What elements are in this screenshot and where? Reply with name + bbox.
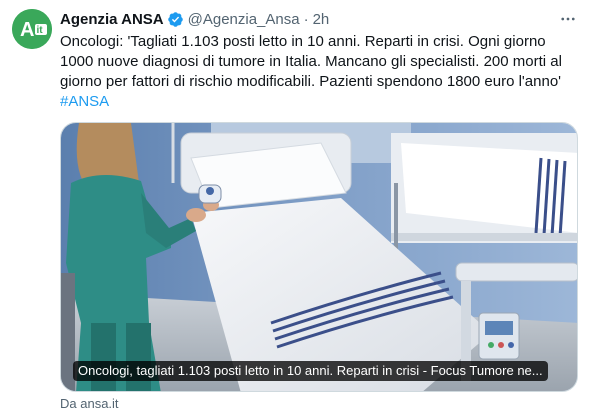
card-title: Oncologi, tagliati 1.103 posti letto in … [73, 361, 548, 381]
verified-badge-icon [167, 11, 184, 28]
author-handle[interactable]: @Agenzia_Ansa [188, 11, 300, 28]
avatar[interactable]: A it [12, 9, 52, 49]
tweet-body: Oncologi: 'Tagliati 1.103 posti letto in… [60, 33, 562, 90]
tweet[interactable]: A it Agenzia ANSA @Agenzia_Ansa · 2h Onc… [0, 0, 602, 416]
hashtag-link[interactable]: #ANSA [60, 93, 109, 110]
hospital-ward-photo [61, 123, 577, 391]
separator-dot: · [303, 10, 309, 28]
svg-text:A: A [20, 19, 34, 41]
more-options-icon [561, 17, 575, 21]
ansa-logo-icon: A it [12, 9, 52, 49]
tweet-text: Oncologi: 'Tagliati 1.103 posti letto in… [60, 32, 580, 112]
more-options-button[interactable] [557, 9, 579, 29]
timestamp[interactable]: 2h [313, 11, 330, 28]
link-card[interactable]: Oncologi, tagliati 1.103 posti letto in … [60, 122, 578, 392]
tweet-header: Agenzia ANSA @Agenzia_Ansa · 2h [60, 8, 329, 30]
author-name[interactable]: Agenzia ANSA [60, 11, 164, 28]
card-source-link[interactable]: Da ansa.it [60, 396, 119, 411]
svg-text:it: it [37, 25, 44, 36]
